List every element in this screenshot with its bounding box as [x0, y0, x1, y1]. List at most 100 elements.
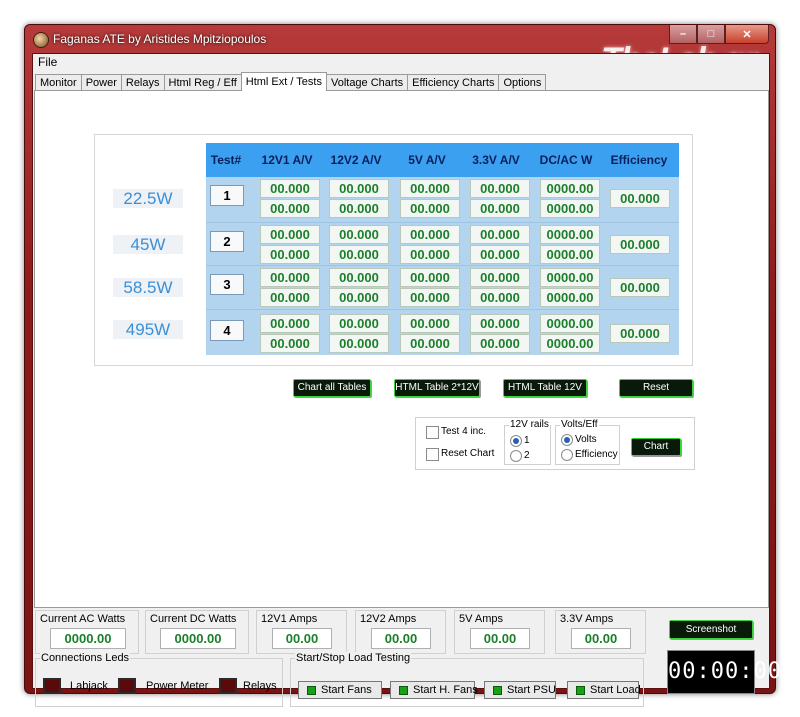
menu-bar: File [33, 54, 769, 70]
app-icon [33, 32, 49, 48]
value-dc-ac-w-volts: 0000.00 [540, 288, 600, 307]
chart-button[interactable]: Chart [631, 438, 681, 456]
row-separator [206, 222, 679, 223]
value-3v3-volts: 00.000 [470, 288, 530, 307]
value-dc-ac-w-volts: 0000.00 [540, 245, 600, 264]
value-12v2-amps: 00.000 [329, 225, 389, 244]
value-5v-volts: 00.000 [400, 288, 460, 307]
start-load-status-icon [576, 686, 585, 695]
labjack-label: Labjack [70, 680, 108, 692]
relays-led [219, 678, 237, 694]
value-12v1-amps: 00.000 [260, 268, 320, 287]
tab-html-reg-eff[interactable]: Html Reg / Eff [163, 74, 242, 91]
value-5v-amps: 00.000 [400, 314, 460, 333]
value-3v3-volts: 00.000 [470, 245, 530, 264]
tab-html-ext-tests[interactable]: Html Ext / Tests [240, 72, 327, 91]
rails-radio-2[interactable] [510, 450, 522, 462]
header-12v2: 12V2 A/V [330, 153, 382, 167]
start-fans-status-icon [307, 686, 316, 695]
test4-inc-label: Test 4 inc. [441, 426, 487, 437]
volts-eff-legend: Volts/Eff [560, 419, 599, 430]
power-meter-label: Power Meter [146, 680, 209, 692]
power-meter-led [118, 678, 136, 694]
readout-value: 0000.00 [50, 628, 126, 649]
start-h-fans-button[interactable]: Start H. Fans [390, 681, 478, 699]
readout-label: 3.3V Amps [560, 613, 614, 625]
value-3v3-amps: 00.000 [470, 268, 530, 287]
tab-efficiency-charts[interactable]: Efficiency Charts [407, 74, 500, 91]
test-number-4[interactable]: 4 [210, 320, 244, 341]
value-efficiency: 00.000 [610, 189, 670, 208]
readout-value: 00.00 [371, 628, 431, 649]
readout-value: 00.00 [571, 628, 631, 649]
value-efficiency: 00.000 [610, 324, 670, 343]
html-table-2x12v-button[interactable]: HTML Table 2*12V [394, 379, 480, 397]
value-3v3-volts: 00.000 [470, 199, 530, 218]
test-number-2[interactable]: 2 [210, 231, 244, 252]
rails-legend: 12V rails [509, 419, 550, 430]
readout-3v3-amps: 3.3V Amps 00.00 [555, 610, 646, 654]
readout-value: 0000.00 [160, 628, 236, 649]
tab-power[interactable]: Power [80, 74, 122, 91]
rails-option-1-label: 1 [524, 435, 530, 446]
tab-monitor[interactable]: Monitor [35, 74, 82, 91]
tab-strip: Monitor Power Relays Html Reg / Eff Html… [35, 72, 547, 91]
start-load-button[interactable]: Start Load [567, 681, 641, 699]
readout-5v-amps: 5V Amps 00.00 [454, 610, 545, 654]
efficiency-option-label: Efficiency [575, 449, 618, 460]
value-12v1-volts: 00.000 [260, 288, 320, 307]
value-12v1-amps: 00.000 [260, 314, 320, 333]
value-dc-ac-w-amps: 0000.00 [540, 179, 600, 198]
start-fans-button[interactable]: Start Fans [298, 681, 382, 699]
volts-radio[interactable] [561, 434, 573, 446]
connection-leds-group: Connections Leds Labjack Power Meter Rel… [35, 652, 283, 707]
value-12v2-volts: 00.000 [329, 334, 389, 353]
readout-12v2-amps: 12V2 Amps 00.00 [355, 610, 446, 654]
minimize-button[interactable]: – [669, 25, 697, 44]
start-psu-button[interactable]: Start PSU [484, 681, 556, 699]
value-dc-ac-w-volts: 0000.00 [540, 199, 600, 218]
header-3v3: 3.3V A/V [472, 153, 520, 167]
value-5v-volts: 00.000 [400, 334, 460, 353]
maximize-button[interactable]: □ [697, 25, 725, 44]
chart-options-group: Test 4 inc. Reset Chart 12V rails 1 2 Vo… [415, 417, 695, 470]
start-psu-label: Start PSU [507, 684, 556, 696]
title-bar[interactable]: Faganas ATE by Aristides Mpitziopoulos T… [25, 25, 775, 79]
rails-radio-1[interactable] [510, 435, 522, 447]
readout-label: 5V Amps [459, 613, 504, 625]
value-12v1-volts: 00.000 [260, 245, 320, 264]
readout-current-dc-watts: Current DC Watts 0000.00 [145, 610, 249, 654]
tab-voltage-charts[interactable]: Voltage Charts [325, 74, 409, 91]
screenshot-button[interactable]: Screenshot [669, 620, 753, 639]
reset-chart-checkbox[interactable] [426, 448, 439, 461]
header-12v1: 12V1 A/V [261, 153, 313, 167]
html-table-12v-button[interactable]: HTML Table 12V [503, 379, 587, 397]
value-12v1-amps: 00.000 [260, 225, 320, 244]
value-5v-amps: 00.000 [400, 225, 460, 244]
relays-label: Relays [243, 680, 277, 692]
elapsed-time-clock: 00:00:00 [667, 650, 781, 694]
value-efficiency: 00.000 [610, 235, 670, 254]
row-separator [206, 309, 679, 310]
reset-button[interactable]: Reset [619, 379, 693, 397]
test-number-3[interactable]: 3 [210, 274, 244, 295]
test-number-1[interactable]: 1 [210, 185, 244, 206]
efficiency-radio[interactable] [561, 449, 573, 461]
menu-file[interactable]: File [38, 55, 57, 69]
value-5v-volts: 00.000 [400, 199, 460, 218]
tests-group: 22.5W 45W 58.5W 495W Test# 12V1 A/V 12V2… [94, 134, 693, 366]
value-12v1-volts: 00.000 [260, 199, 320, 218]
volts-eff-group: Volts/Eff Volts Efficiency [555, 419, 620, 465]
volts-option-label: Volts [575, 434, 597, 445]
tab-relays[interactable]: Relays [120, 74, 165, 91]
tab-options[interactable]: Options [498, 74, 547, 91]
value-12v1-amps: 00.000 [260, 179, 320, 198]
value-3v3-volts: 00.000 [470, 334, 530, 353]
test4-inc-checkbox[interactable] [426, 426, 439, 439]
value-12v1-volts: 00.000 [260, 334, 320, 353]
start-h-fans-label: Start H. Fans [413, 684, 478, 696]
chart-all-tables-button[interactable]: Chart all Tables [293, 379, 371, 397]
start-psu-status-icon [493, 686, 502, 695]
close-button[interactable]: ✕ [725, 25, 769, 44]
watt-label-test-4: 495W [113, 320, 183, 339]
